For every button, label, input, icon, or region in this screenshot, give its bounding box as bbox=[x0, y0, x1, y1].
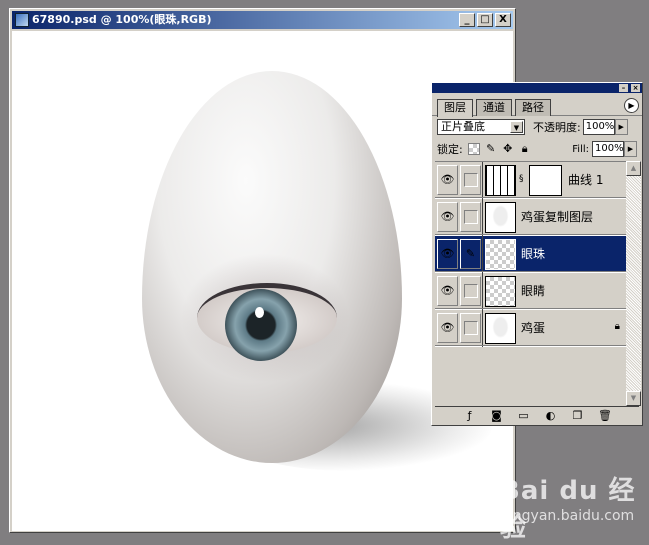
scroll-up-button[interactable]: ▲ bbox=[626, 161, 641, 176]
eye-visibility-icon[interactable]: 👁︎ bbox=[437, 276, 458, 306]
mask-link-icon: § bbox=[519, 174, 524, 184]
lock-transparency-icon[interactable] bbox=[467, 143, 480, 155]
eye-visibility-icon[interactable]: 👁︎ bbox=[437, 313, 458, 343]
photoshop-document-icon bbox=[15, 13, 29, 27]
tab-channels[interactable]: 通道 bbox=[476, 99, 512, 116]
opacity-input[interactable]: 100% bbox=[582, 119, 615, 135]
new-group-icon[interactable]: ▭ bbox=[517, 409, 530, 422]
lock-label: 锁定: bbox=[437, 143, 463, 156]
brush-icon[interactable]: ✎ bbox=[460, 239, 481, 269]
curves-adjustment-icon bbox=[485, 165, 516, 196]
layer-name: 鸡蛋复制图层 bbox=[521, 210, 594, 224]
layer-link-toggle[interactable] bbox=[460, 313, 481, 343]
blend-mode-select[interactable]: 正片叠底 ▼ bbox=[437, 119, 525, 135]
new-layer-icon[interactable]: ❐ bbox=[571, 409, 584, 422]
fill-label: Fill: bbox=[572, 143, 589, 155]
layer-name: 眼睛 bbox=[521, 284, 546, 298]
blend-mode-value: 正片叠底 bbox=[441, 120, 485, 133]
tab-paths[interactable]: 路径 bbox=[515, 99, 551, 116]
panel-close-button[interactable]: × bbox=[631, 84, 640, 92]
opacity-slider-button[interactable]: ▶ bbox=[614, 119, 628, 135]
layer-thumbnail bbox=[485, 313, 516, 344]
layer-lock-icon: 🔒︎ bbox=[614, 321, 620, 332]
layers-panel: – × 图层 通道 路径 ▶ 正片叠底 ▼ 不透明度: 100% ▶ 锁定: ✎ … bbox=[431, 82, 643, 426]
lock-move-icon[interactable]: ✥ bbox=[502, 143, 514, 155]
blend-opacity-row: 正片叠底 ▼ 不透明度: 100% ▶ bbox=[437, 118, 637, 136]
maximize-button[interactable]: □ bbox=[477, 13, 493, 27]
layer-name: 鸡蛋 bbox=[521, 321, 546, 335]
baidu-watermark-url: jingyan.baidu.com bbox=[505, 508, 635, 524]
opacity-label: 不透明度: bbox=[533, 121, 581, 134]
layer-name: 眼珠 bbox=[521, 247, 546, 261]
layer-mask-thumbnail[interactable] bbox=[529, 165, 562, 196]
layer-row-selected[interactable]: 👁︎ ✎ 眼珠 bbox=[435, 236, 626, 273]
layer-thumbnail bbox=[485, 202, 516, 233]
layer-thumbnail bbox=[485, 239, 516, 270]
lock-paint-brush-icon[interactable]: ✎ bbox=[485, 143, 497, 155]
eye-highlight bbox=[255, 307, 264, 318]
lock-all-icon[interactable]: 🔒︎ bbox=[519, 143, 531, 155]
document-title: 67890.psd @ 100%(眼珠,RGB) bbox=[32, 13, 212, 26]
layer-row[interactable]: 👁︎ 眼睛 bbox=[435, 273, 626, 310]
chevron-down-icon: ▼ bbox=[510, 121, 523, 133]
fill-slider-button[interactable]: ▶ bbox=[624, 141, 637, 157]
scroll-down-button[interactable]: ▼ bbox=[626, 391, 641, 406]
fill-input[interactable]: 100% bbox=[592, 141, 624, 157]
baidu-watermark-logo: Bai du 经验 bbox=[500, 476, 636, 543]
panel-tabs: 图层 通道 路径 ▶ bbox=[432, 96, 642, 117]
adjustment-layer-icon[interactable]: ◐ bbox=[544, 409, 557, 422]
layers-scrollbar[interactable]: ▲ ▼ bbox=[626, 161, 641, 406]
lock-fill-row: 锁定: ✎ ✥ 🔒︎ Fill: 100% ▶ bbox=[437, 140, 637, 158]
eye-iris bbox=[225, 289, 297, 361]
trash-icon[interactable]: 🗑︎ bbox=[598, 409, 612, 422]
layer-row[interactable]: 👁︎ 鸡蛋 🔒︎ bbox=[435, 310, 626, 347]
layer-style-icon[interactable]: ƒ bbox=[463, 409, 476, 422]
layer-row[interactable]: 👁︎ § 曲线 1 bbox=[435, 162, 626, 199]
tab-layers[interactable]: 图层 bbox=[437, 99, 473, 117]
layer-name: 曲线 1 bbox=[568, 173, 604, 187]
close-button[interactable]: X bbox=[495, 13, 511, 27]
eye-visibility-icon[interactable]: 👁︎ bbox=[437, 202, 458, 232]
layer-link-toggle[interactable] bbox=[460, 202, 481, 232]
panel-title-bar[interactable]: – × bbox=[432, 83, 642, 93]
panel-menu-button[interactable]: ▶ bbox=[624, 98, 639, 113]
layer-row[interactable]: 👁︎ 鸡蛋复制图层 bbox=[435, 199, 626, 236]
panel-minimize-button[interactable]: – bbox=[619, 84, 628, 92]
layer-thumbnail bbox=[485, 276, 516, 307]
eye-visibility-icon[interactable]: 👁︎ bbox=[437, 239, 458, 269]
layer-link-toggle[interactable] bbox=[460, 165, 481, 195]
add-mask-icon[interactable]: ◙ bbox=[490, 409, 503, 422]
document-title-bar[interactable]: 67890.psd @ 100%(眼珠,RGB) _ □ X bbox=[12, 11, 513, 29]
layer-link-toggle[interactable] bbox=[460, 276, 481, 306]
layers-list: 👁︎ § 曲线 1 👁︎ 鸡蛋复制图层 👁︎ ✎ 眼珠 👁︎ 眼睛 👁︎ 鸡蛋 🔒… bbox=[435, 161, 626, 406]
eye-visibility-icon[interactable]: 👁︎ bbox=[437, 165, 458, 195]
minimize-button[interactable]: _ bbox=[459, 13, 475, 27]
layers-bottom-toolbar: ƒ ◙ ▭ ◐ ❐ 🗑︎ bbox=[435, 406, 639, 423]
